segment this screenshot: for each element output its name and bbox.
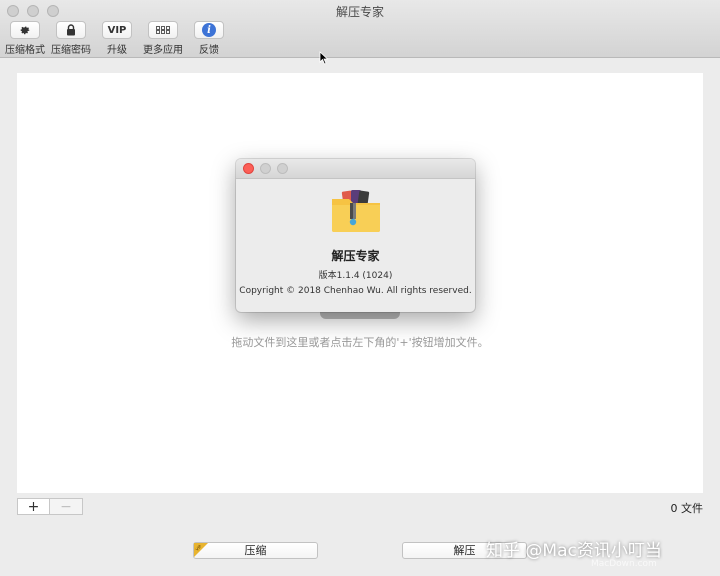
about-version: 版本1.1.4 (1024) xyxy=(318,271,393,281)
app-folder-icon xyxy=(332,190,380,232)
vip-ribbon-icon: VIP xyxy=(194,543,208,557)
about-copyright: Copyright © 2018 Chenhao Wu. All rights … xyxy=(239,286,472,296)
about-app-name: 解压专家 xyxy=(331,249,380,263)
about-dialog: 解压专家 版本1.1.4 (1024) Copyright © 2018 Che… xyxy=(236,159,475,312)
file-count: 0 文件 xyxy=(670,502,704,515)
more-apps-button[interactable] xyxy=(148,21,178,39)
about-minimize-button xyxy=(260,163,271,174)
toolbar-label: 反馈 xyxy=(199,45,219,56)
toolbar-label: 升级 xyxy=(107,45,127,56)
toolbar-compress-password[interactable]: 压缩密码 xyxy=(50,21,92,56)
vip-icon[interactable]: VIP xyxy=(102,21,132,39)
toolbar-label: 更多应用 xyxy=(143,45,183,56)
toolbar-compress-format[interactable]: 压缩格式 xyxy=(4,21,46,56)
grid-icon xyxy=(156,26,170,34)
compress-label: 压缩 xyxy=(244,544,267,557)
toolbar-label: 压缩密码 xyxy=(51,45,91,56)
drop-hint: 拖动文件到这里或者点击左下角的'+'按钮增加文件。 xyxy=(231,336,489,349)
file-list-controls: + − xyxy=(17,498,83,515)
watermark-sub: MacDown.com xyxy=(591,559,657,569)
remove-file-button[interactable]: − xyxy=(50,498,83,515)
watermark: 知乎 @Mac资讯小叮当 xyxy=(486,541,662,561)
hidden-sheet-edge xyxy=(320,312,400,319)
lock-icon xyxy=(67,24,75,36)
titlebar: 解压专家 压缩格式 压缩密码 VIP 升级 更多应用 i 反馈 xyxy=(0,0,720,58)
about-zoom-button xyxy=(277,163,288,174)
toolbar-more-apps[interactable]: 更多应用 xyxy=(142,21,184,56)
toolbar-upgrade[interactable]: VIP 升级 xyxy=(96,21,138,56)
toolbar-label: 压缩格式 xyxy=(5,45,45,56)
about-close-button[interactable] xyxy=(243,163,254,174)
about-window-controls xyxy=(243,163,288,174)
app-window: 解压专家 压缩格式 压缩密码 VIP 升级 更多应用 i 反馈 拖动文件到这里或… xyxy=(0,0,720,576)
mouse-pointer-icon xyxy=(319,51,329,65)
compress-format-button[interactable] xyxy=(10,21,40,39)
toolbar-feedback[interactable]: i 反馈 xyxy=(188,21,230,56)
about-titlebar xyxy=(236,159,475,179)
toolbar: 压缩格式 压缩密码 VIP 升级 更多应用 i 反馈 xyxy=(4,21,230,56)
info-icon: i xyxy=(202,23,216,37)
compress-button[interactable]: VIP 压缩 xyxy=(193,542,318,559)
add-file-button[interactable]: + xyxy=(17,498,50,515)
feedback-button[interactable]: i xyxy=(194,21,224,39)
gear-icon xyxy=(20,26,30,35)
window-title: 解压专家 xyxy=(335,5,384,19)
compress-password-button[interactable] xyxy=(56,21,86,39)
extract-label: 解压 xyxy=(453,544,476,557)
